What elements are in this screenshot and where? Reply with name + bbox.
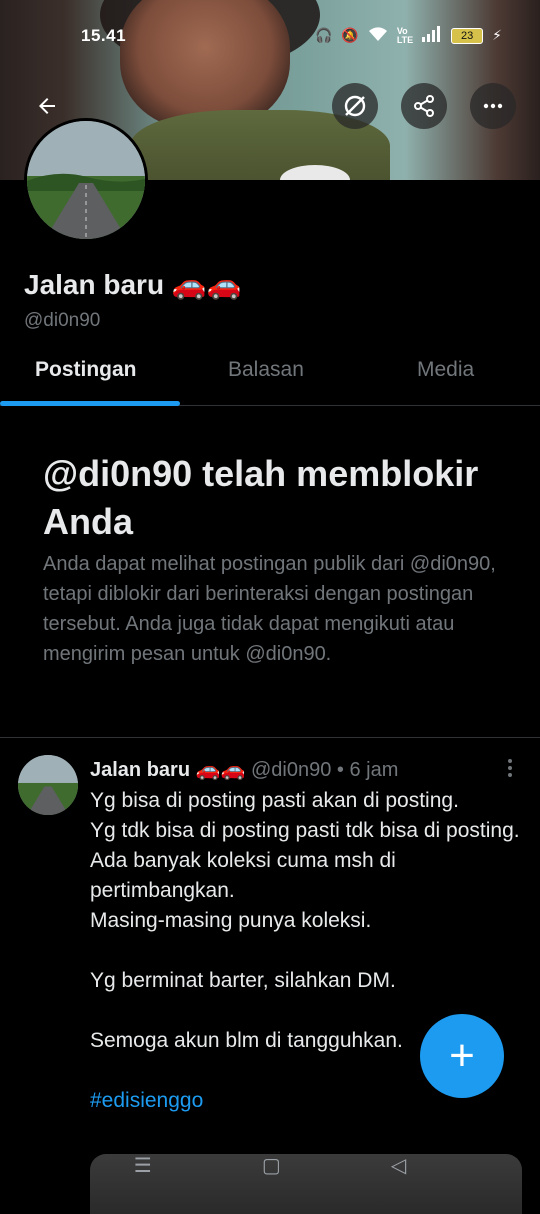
profile-avatar[interactable]	[24, 118, 148, 242]
post-more-button[interactable]	[500, 756, 520, 786]
more-horizontal-icon	[483, 103, 503, 109]
section-divider	[0, 737, 540, 738]
post-line: Ada banyak koleksi cuma msh di pertimban…	[90, 849, 402, 902]
active-tab-indicator	[0, 401, 180, 406]
block-notice-title: @di0n90 telah memblokir Anda	[43, 453, 479, 542]
status-bar: 15.41 🎧 🔕 Vo LTE 23 ⚡	[0, 22, 540, 50]
more-vertical-icon	[508, 759, 512, 777]
signal-icon	[422, 26, 442, 45]
road-landscape-image	[27, 121, 145, 239]
post-line: Yg bisa di posting pasti akan di posting…	[90, 789, 459, 812]
restrict-button[interactable]	[332, 83, 378, 129]
profile-name: Jalan baru 🚗🚗	[24, 269, 242, 300]
share-icon	[414, 95, 434, 117]
post-line: Yg tdk bisa di posting pasti tdk bisa di…	[90, 819, 520, 842]
share-button[interactable]	[401, 83, 447, 129]
post-line	[90, 936, 520, 966]
headphones-icon: 🎧	[314, 27, 333, 43]
wifi-icon	[368, 26, 388, 45]
recent-apps-icon[interactable]: ☰	[134, 1153, 152, 1178]
post-line: Masing-masing punya koleksi.	[90, 909, 372, 932]
home-icon[interactable]: ▢	[262, 1153, 281, 1178]
profile-tabs: Postingan Balasan Media	[0, 350, 540, 406]
arrow-left-icon	[39, 98, 55, 114]
status-icons: 🎧 🔕 Vo LTE 23 ⚡	[315, 26, 502, 45]
tab-postingan[interactable]: Postingan	[35, 358, 137, 382]
road-landscape-image	[18, 755, 78, 815]
post-author-handle[interactable]: @di0n90	[251, 759, 331, 781]
charging-icon: ⚡	[492, 27, 502, 43]
block-notice-text: Anda dapat melihat postingan publik dari…	[43, 553, 496, 665]
status-time: 15.41	[81, 26, 127, 45]
post-author-avatar[interactable]	[18, 755, 78, 815]
profile-handle: @di0n90	[24, 310, 101, 331]
post-header: Jalan baru 🚗🚗 @di0n90 • 6 jam	[90, 757, 398, 782]
volte-icon: Vo LTE	[396, 25, 414, 45]
post-line: Yg berminat barter, silahkan DM.	[90, 969, 396, 992]
post-author-name[interactable]: Jalan baru 🚗🚗	[90, 759, 245, 781]
compose-fab[interactable]: +	[420, 1014, 504, 1098]
system-nav-bar: ☰ ▢ ◁	[0, 1150, 540, 1180]
block-circle-icon	[344, 95, 366, 117]
mute-icon: 🔕	[341, 27, 359, 43]
more-options-button[interactable]	[470, 83, 516, 129]
battery-icon: 23	[451, 27, 484, 44]
tab-media[interactable]: Media	[417, 358, 474, 382]
back-triangle-icon[interactable]: ◁	[391, 1153, 406, 1178]
post-time: • 6 jam	[336, 759, 399, 781]
tab-balasan[interactable]: Balasan	[228, 358, 304, 382]
